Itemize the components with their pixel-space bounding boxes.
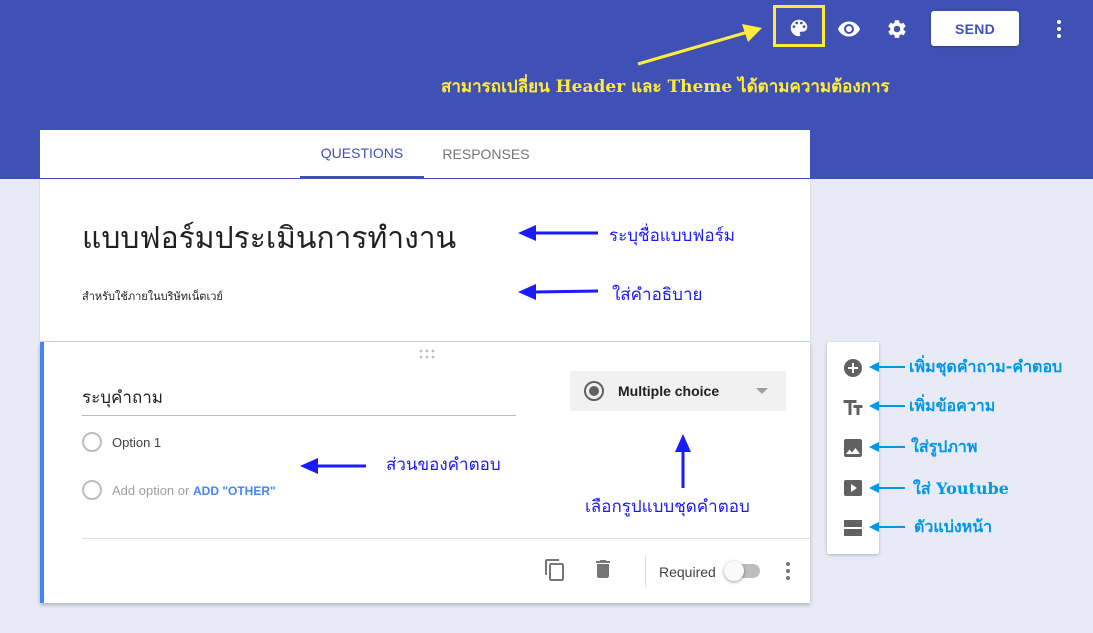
text-title-icon[interactable] (841, 396, 865, 420)
title-arrow (518, 225, 598, 241)
answers-arrow (300, 458, 366, 474)
form-title[interactable]: แบบฟอร์มประเมินการทำงาน (82, 215, 456, 262)
question-type-label: Multiple choice (618, 383, 720, 399)
tabs-bar: QUESTIONS RESPONSES (40, 130, 810, 178)
more-vert-icon[interactable] (1047, 17, 1071, 41)
option-radio-icon (82, 432, 102, 452)
type-arrow (675, 434, 691, 488)
add-circle-icon[interactable] (841, 356, 865, 380)
annotation-description: ใส่คำอธิบาย (612, 285, 703, 305)
tab-responses[interactable]: RESPONSES (424, 130, 548, 178)
add-image-arrow (869, 442, 905, 452)
annotation-choose-type: เลือกรูปแบบชุดคำตอบ (585, 497, 750, 517)
add-option-radio-icon (82, 480, 102, 500)
toggle-knob (724, 561, 744, 581)
gear-icon[interactable] (885, 17, 909, 41)
video-icon[interactable] (841, 476, 865, 500)
dropdown-caret-icon (756, 388, 768, 394)
add-option-link[interactable]: Add option (112, 483, 174, 498)
radio-selected-icon (584, 381, 604, 401)
question-type-dropdown[interactable]: Multiple choice (570, 371, 786, 411)
add-text-arrow (869, 401, 905, 411)
add-question-arrow (869, 362, 905, 372)
form-title-card: แบบฟอร์มประเมินการทำงาน สำหรับใช้ภายในบร… (40, 179, 810, 341)
tab-questions[interactable]: QUESTIONS (300, 130, 424, 178)
section-icon[interactable] (841, 516, 865, 540)
annotation-answers: ส่วนของคำตอบ (386, 455, 501, 475)
form-description[interactable]: สำหรับใช้ภายในบริษัทเน็ตเวย์ (82, 287, 223, 305)
footer-separator (645, 555, 646, 587)
question-divider (82, 538, 810, 539)
theme-arrow (637, 24, 762, 66)
annotation-add-section: ตัวแบ่งหน้า (914, 517, 993, 536)
annotation-add-text: เพิ่มข้อความ (909, 396, 996, 415)
more-vert-icon[interactable] (776, 559, 800, 583)
description-arrow (518, 284, 599, 300)
required-toggle[interactable] (724, 561, 760, 581)
annotation-title: ระบุชื่อแบบฟอร์ม (609, 226, 735, 246)
drag-handle-icon[interactable] (418, 348, 436, 360)
option-1-label[interactable]: Option 1 (112, 435, 161, 450)
add-youtube-arrow (869, 483, 905, 493)
delete-icon[interactable] (591, 557, 615, 581)
theme-note: สามารถเปลี่ยน Header และ Theme ได้ตามควา… (441, 77, 890, 97)
add-section-arrow (869, 522, 905, 532)
annotation-add-youtube: ใส่ Youtube (913, 479, 1009, 498)
palette-icon[interactable] (787, 16, 811, 40)
add-option-row: Add option or ADD "OTHER" (112, 483, 276, 498)
eye-icon[interactable] (837, 17, 861, 41)
annotation-add-image: ใส่รูปภาพ (911, 437, 978, 456)
question-title-input[interactable]: ระบุคำถาม (82, 384, 516, 416)
image-icon[interactable] (841, 436, 865, 460)
duplicate-icon[interactable] (543, 558, 567, 582)
or-text: or (177, 483, 190, 498)
send-button[interactable]: SEND (931, 11, 1019, 46)
required-label: Required (659, 564, 716, 580)
add-other-link[interactable]: ADD "OTHER" (193, 484, 276, 498)
annotation-add-question: เพิ่มชุดคำถาม-คำตอบ (909, 357, 1063, 376)
